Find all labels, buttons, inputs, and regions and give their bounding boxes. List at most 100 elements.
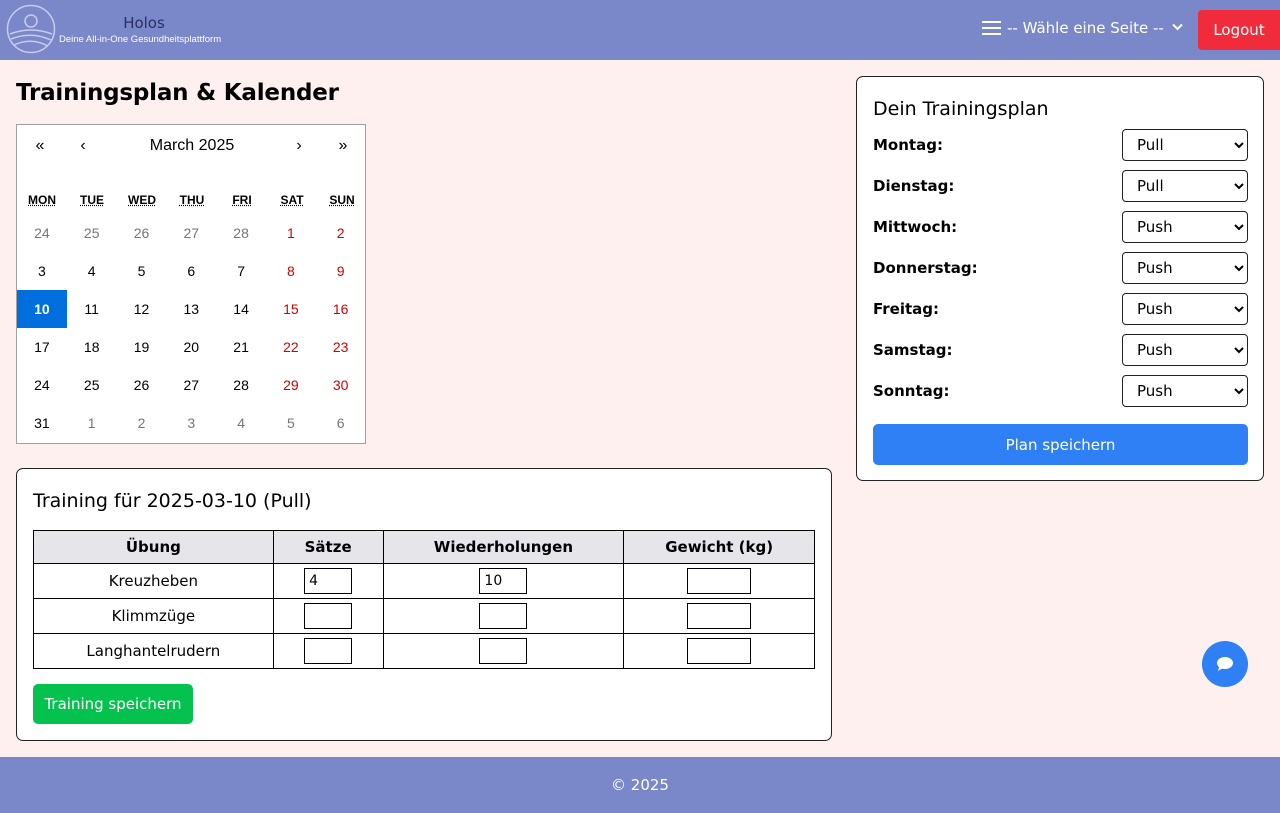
plan-day-select[interactable]: Pull (1122, 170, 1248, 202)
save-training-button[interactable]: Training speichern (33, 684, 193, 724)
plan-title: Dein Trainingsplan (873, 98, 1049, 120)
calendar-day[interactable]: 28 (216, 366, 266, 404)
calendar-day[interactable]: 12 (117, 290, 167, 328)
footer: © 2025 (0, 757, 1280, 813)
calendar-day[interactable]: 27 (166, 214, 216, 252)
calendar-day[interactable]: 25 (67, 214, 117, 252)
plan-day-label: Freitag: (873, 300, 940, 318)
calendar-weekdays: MON TUE WED THU FRI SAT SUN (17, 193, 367, 207)
brand-name: Holos (59, 14, 239, 32)
prev-month-button[interactable]: ‹ (68, 137, 98, 155)
sets-input[interactable] (304, 638, 353, 664)
plan-day-select[interactable]: Push (1122, 252, 1248, 284)
table-row: Langhantelrudern (33, 633, 815, 669)
next-year-button[interactable]: » (328, 137, 358, 155)
calendar-day[interactable]: 29 (266, 366, 316, 404)
calendar-day[interactable]: 3 (166, 404, 216, 442)
plan-day-select[interactable]: Push (1122, 375, 1248, 407)
calendar-day[interactable]: 16 (316, 290, 366, 328)
logo-link[interactable] (6, 4, 56, 54)
calendar-day[interactable]: 20 (166, 328, 216, 366)
calendar-day[interactable]: 8 (266, 252, 316, 290)
sets-cell (272, 633, 384, 669)
plan-day-select[interactable]: Pull (1122, 129, 1248, 161)
plan-day-row: Mittwoch: Push (873, 211, 1248, 243)
calendar-day[interactable]: 5 (266, 404, 316, 442)
weight-input[interactable] (687, 568, 752, 594)
calendar-day[interactable]: 28 (216, 214, 266, 252)
calendar-day[interactable]: 6 (316, 404, 366, 442)
calendar-day[interactable]: 23 (316, 328, 366, 366)
brand-name-text: Holos (123, 14, 165, 32)
plan-day-select[interactable]: Push (1122, 293, 1248, 325)
table-row: Kreuzheben (33, 563, 815, 599)
page-title: Trainingsplan & Kalender (16, 80, 339, 106)
reps-cell (382, 563, 625, 599)
calendar-day[interactable]: 19 (117, 328, 167, 366)
reps-input[interactable] (479, 603, 528, 629)
sets-input[interactable] (304, 603, 353, 629)
calendar-day[interactable]: 24 (17, 366, 67, 404)
calendar-month-label[interactable]: March 2025 (117, 137, 267, 155)
page-select-dropdown[interactable]: -- Wähle eine Seite -- (982, 19, 1183, 37)
plan-day-row: Samstag: Push (873, 334, 1248, 366)
sets-cell (272, 598, 384, 634)
calendar-day[interactable]: 5 (117, 252, 167, 290)
calendar-day[interactable]: 21 (216, 328, 266, 366)
plan-day-select[interactable]: Push (1122, 211, 1248, 243)
calendar-day[interactable]: 1 (67, 404, 117, 442)
weekday-label: SUN (329, 193, 355, 207)
calendar-day[interactable]: 18 (67, 328, 117, 366)
calendar-day[interactable]: 25 (67, 366, 117, 404)
plan-day-row: Donnerstag: Push (873, 252, 1248, 284)
weight-input[interactable] (687, 638, 752, 664)
plan-day-row: Freitag: Push (873, 293, 1248, 325)
calendar-day[interactable]: 9 (316, 252, 366, 290)
calendar-day[interactable]: 22 (266, 328, 316, 366)
calendar-day[interactable]: 31 (17, 404, 67, 442)
reps-input[interactable] (479, 568, 528, 594)
calendar-day[interactable]: 1 (266, 214, 316, 252)
calendar-day[interactable]: 2 (316, 214, 366, 252)
brand-tagline: Deine All-in-One Gesundheitsplattform (59, 34, 222, 45)
calendar-day[interactable]: 14 (216, 290, 266, 328)
calendar-day[interactable]: 7 (216, 252, 266, 290)
plan-day-label: Samstag: (873, 341, 953, 359)
calendar-day[interactable]: 4 (67, 252, 117, 290)
calendar-day-selected[interactable]: 10 (17, 290, 67, 328)
calendar-day[interactable]: 15 (266, 290, 316, 328)
calendar-day[interactable]: 2 (117, 404, 167, 442)
reps-input[interactable] (479, 638, 528, 664)
calendar-day[interactable]: 13 (166, 290, 216, 328)
prev-year-button[interactable]: « (25, 137, 55, 155)
save-plan-button[interactable]: Plan speichern (873, 424, 1248, 465)
chat-bubble-icon (1217, 657, 1233, 671)
plan-day-row: Dienstag: Pull (873, 170, 1248, 202)
calendar-day[interactable]: 6 (166, 252, 216, 290)
column-header-sets: Sätze (272, 530, 384, 564)
calendar-day[interactable]: 4 (216, 404, 266, 442)
calendar-day[interactable]: 26 (117, 366, 167, 404)
hamburger-icon (982, 20, 1001, 36)
calendar-day[interactable]: 17 (17, 328, 67, 366)
training-title: Training für 2025-03-10 (Pull) (33, 490, 312, 512)
logout-button[interactable]: Logout (1198, 10, 1280, 50)
calendar-day[interactable]: 26 (117, 214, 167, 252)
next-month-button[interactable]: › (284, 137, 314, 155)
sets-input[interactable] (304, 568, 353, 594)
exercise-name: Langhantelrudern (33, 633, 274, 669)
chat-button[interactable] (1202, 641, 1248, 687)
calendar-day[interactable]: 3 (17, 252, 67, 290)
calendar-day[interactable]: 11 (67, 290, 117, 328)
weight-cell (623, 633, 815, 669)
top-navbar: Holos Deine All-in-One Gesundheitsplattf… (0, 0, 1280, 60)
calendar-day[interactable]: 24 (17, 214, 67, 252)
plan-day-select[interactable]: Push (1122, 334, 1248, 366)
calendar: « ‹ March 2025 › » MON TUE WED THU FRI S… (16, 124, 366, 444)
table-header-row: Übung Sätze Wiederholungen Gewicht (kg) (33, 530, 815, 564)
plan-day-label: Donnerstag: (873, 259, 978, 277)
chevron-down-icon (1172, 23, 1183, 31)
calendar-day[interactable]: 27 (166, 366, 216, 404)
weight-input[interactable] (687, 603, 752, 629)
calendar-day[interactable]: 30 (316, 366, 366, 404)
